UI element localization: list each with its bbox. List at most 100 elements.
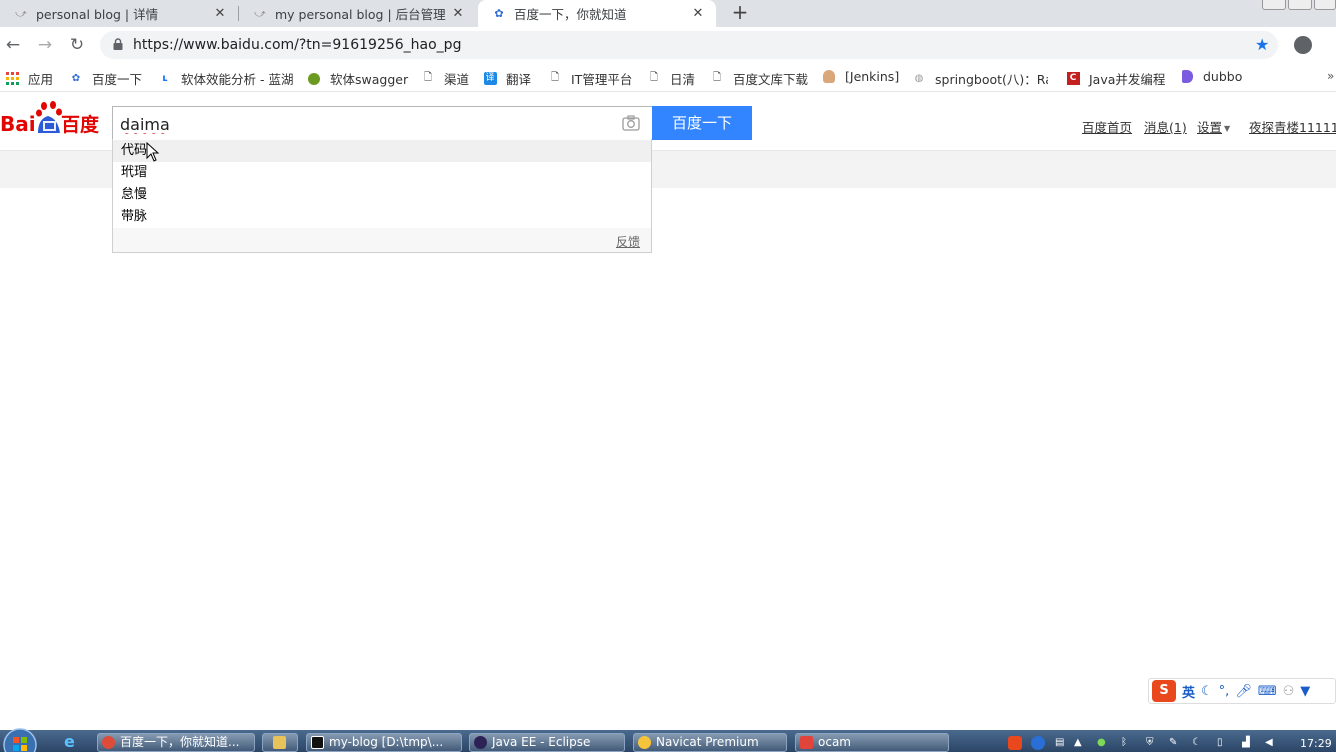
keyboard-icon[interactable]: ⌨ xyxy=(1258,684,1277,699)
taskbar-clock[interactable]: 17:29 xyxy=(1300,737,1332,750)
user-menu-link[interactable]: 夜探青楼11111▼ xyxy=(1249,117,1336,136)
bookmark-swagger[interactable]: 软体swagger xyxy=(307,69,408,88)
lock-icon[interactable] xyxy=(113,38,123,50)
search-button[interactable]: 百度一下 xyxy=(652,106,752,140)
close-icon[interactable]: ✕ xyxy=(690,6,706,21)
help-tray-icon[interactable] xyxy=(1031,736,1045,750)
close-icon[interactable]: ✕ xyxy=(212,6,228,21)
baidu-home-link[interactable]: 百度首页 xyxy=(1082,117,1132,136)
window-close-button[interactable] xyxy=(1314,0,1336,10)
bookmark-label: IT管理平台 xyxy=(571,72,633,87)
ocam-icon xyxy=(800,736,813,749)
moon-icon[interactable]: ☾ xyxy=(1201,684,1213,699)
moon-tray-icon[interactable]: ☾ xyxy=(1192,737,1202,749)
taskbar-label: ocam xyxy=(818,735,851,749)
bookmark-riqing[interactable]: 🗋 日清 xyxy=(647,69,695,88)
suggestion-item[interactable]: 玳瑁 xyxy=(113,162,651,184)
navicat-icon xyxy=(638,736,651,749)
taskbar-item-chrome[interactable]: 百度一下，你就知道... xyxy=(97,733,255,752)
tab-baidu[interactable]: ✿ 百度一下，你就知道 ✕ xyxy=(478,0,716,27)
taskbar-item-navicat[interactable]: Navicat Premium xyxy=(633,733,787,752)
start-button[interactable] xyxy=(0,726,40,752)
taskbar-item-eclipse[interactable]: Java EE - Eclipse xyxy=(469,733,625,752)
tab-personal-blog-detail[interactable]: ⤻ personal blog | 详情 ✕ xyxy=(0,0,238,27)
users-icon[interactable]: ⚇ xyxy=(1283,684,1295,699)
bluetooth-tray-icon[interactable]: ᛒ xyxy=(1121,737,1131,749)
svg-text:百度: 百度 xyxy=(61,113,100,136)
page-icon: 🗋 xyxy=(712,72,722,83)
bookmark-wenku[interactable]: 🗋 百度文库下载 xyxy=(710,69,808,88)
bookmark-dubbo[interactable]: dubbo xyxy=(1180,69,1242,84)
taskbar-label: 百度一下，你就知道... xyxy=(120,735,240,749)
back-arrow-icon[interactable]: ← xyxy=(1,33,25,57)
apps-grid-icon xyxy=(5,72,19,86)
page-icon: 🗋 xyxy=(649,72,659,83)
taskbar-item-ocam[interactable]: ocam xyxy=(795,733,949,752)
bookmark-springboot[interactable]: ◍ springboot(八)：Ra xyxy=(912,69,1048,88)
taskbar-item-intellij[interactable]: my-blog [D:\tmp\... xyxy=(306,733,462,752)
bookmark-java-concurrency[interactable]: C Java并发编程 xyxy=(1066,69,1165,88)
bookmark-baidu[interactable]: ✿ 百度一下 xyxy=(69,69,142,88)
new-tab-button[interactable]: + xyxy=(730,0,750,27)
svg-text:Bai: Bai xyxy=(0,112,36,136)
suggestion-item[interactable]: 代码 xyxy=(113,140,651,162)
ime-language-toggle[interactable]: 英 xyxy=(1182,682,1195,701)
shield-tray-icon[interactable]: ⛨ xyxy=(1146,737,1156,749)
bookmark-it-platform[interactable]: 🗋 IT管理平台 xyxy=(548,69,632,88)
chrome-icon xyxy=(102,736,115,749)
bookmark-star-icon[interactable]: ★ xyxy=(1255,35,1269,54)
reload-icon[interactable]: ↻ xyxy=(65,33,89,57)
jenkins-icon xyxy=(822,70,836,84)
suggestion-item[interactable]: 怠慢 xyxy=(113,184,651,206)
taskbar-item-explorer[interactable] xyxy=(262,733,298,752)
volume-tray-icon[interactable]: ◀ xyxy=(1265,737,1275,749)
wechat-tray-icon[interactable]: ● xyxy=(1097,737,1107,749)
forward-arrow-icon[interactable]: → xyxy=(33,33,57,57)
close-icon[interactable]: ✕ xyxy=(450,6,466,21)
globe-icon: ◍ xyxy=(914,73,924,84)
bookmark-channel[interactable]: 🗋 渠道 xyxy=(421,69,469,88)
tab-title: 百度一下，你就知道 xyxy=(514,7,627,22)
settings-link[interactable]: 设置 ▼ xyxy=(1197,117,1230,136)
pen-tray-icon[interactable]: ✎ xyxy=(1169,737,1179,749)
menu-kebab-icon[interactable]: ⋮ xyxy=(1329,33,1336,52)
sogou-logo-icon[interactable]: S xyxy=(1152,680,1176,702)
monitor-tray-icon[interactable]: ▤ xyxy=(1055,737,1065,749)
url-text[interactable]: https://www.baidu.com/?tn=91619256_hao_p… xyxy=(133,36,461,54)
camera-icon[interactable] xyxy=(622,115,640,131)
dubbo-icon xyxy=(1180,70,1194,84)
network-tray-icon[interactable]: ▟ xyxy=(1242,737,1252,749)
shirt-icon[interactable]: ▼ xyxy=(1300,684,1310,699)
bookmark-label: [Jenkins] xyxy=(845,69,900,84)
baidu-logo[interactable]: Bai 百度 xyxy=(0,101,104,137)
bookmark-jenkins[interactable]: [Jenkins] xyxy=(822,69,899,84)
loading-icon: ⤻ xyxy=(254,6,266,20)
bookmark-apps[interactable]: 应用 xyxy=(5,69,53,88)
feedback-link[interactable]: 反馈 xyxy=(616,233,640,250)
usb-tray-icon[interactable]: ▯ xyxy=(1217,737,1227,749)
ie-icon[interactable]: e xyxy=(64,734,80,750)
settings-label: 设置 xyxy=(1197,120,1223,135)
search-input[interactable] xyxy=(120,113,600,135)
messages-link[interactable]: 消息(1) xyxy=(1144,117,1187,136)
lanhu-icon: ʟ xyxy=(162,73,168,84)
csdn-icon: C xyxy=(1066,72,1080,86)
minimize-button[interactable] xyxy=(1262,0,1286,10)
microphone-icon[interactable]: 🎤︎ xyxy=(1235,684,1252,699)
maximize-button[interactable] xyxy=(1288,0,1312,10)
suggestion-footer xyxy=(113,228,651,252)
eclipse-icon xyxy=(474,736,487,749)
suggestion-item[interactable]: 带脉 xyxy=(113,206,651,228)
page-icon: 🗋 xyxy=(423,72,433,83)
tray-expand-icon[interactable]: ▲ xyxy=(1074,737,1084,749)
bookmark-lanhu[interactable]: ʟ 软体效能分析 - 蓝湖 xyxy=(158,69,293,88)
profile-avatar-icon[interactable] xyxy=(1294,36,1312,54)
ime-toolbar[interactable]: S 英 ☾ °, 🎤︎ ⌨ ⚇ ▼ xyxy=(1148,678,1336,704)
tab-blog-admin[interactable]: ⤻ my personal blog | 后台管理系 ✕ xyxy=(239,0,476,27)
bookmarks-overflow-button[interactable]: » xyxy=(1327,69,1334,83)
sogou-tray-icon[interactable] xyxy=(1008,736,1022,750)
punctuation-icon[interactable]: °, xyxy=(1219,684,1230,699)
bookmark-translate[interactable]: 译 翻译 xyxy=(483,69,531,88)
translate-icon: 译 xyxy=(483,72,497,85)
bookmark-label: 应用 xyxy=(28,72,54,87)
